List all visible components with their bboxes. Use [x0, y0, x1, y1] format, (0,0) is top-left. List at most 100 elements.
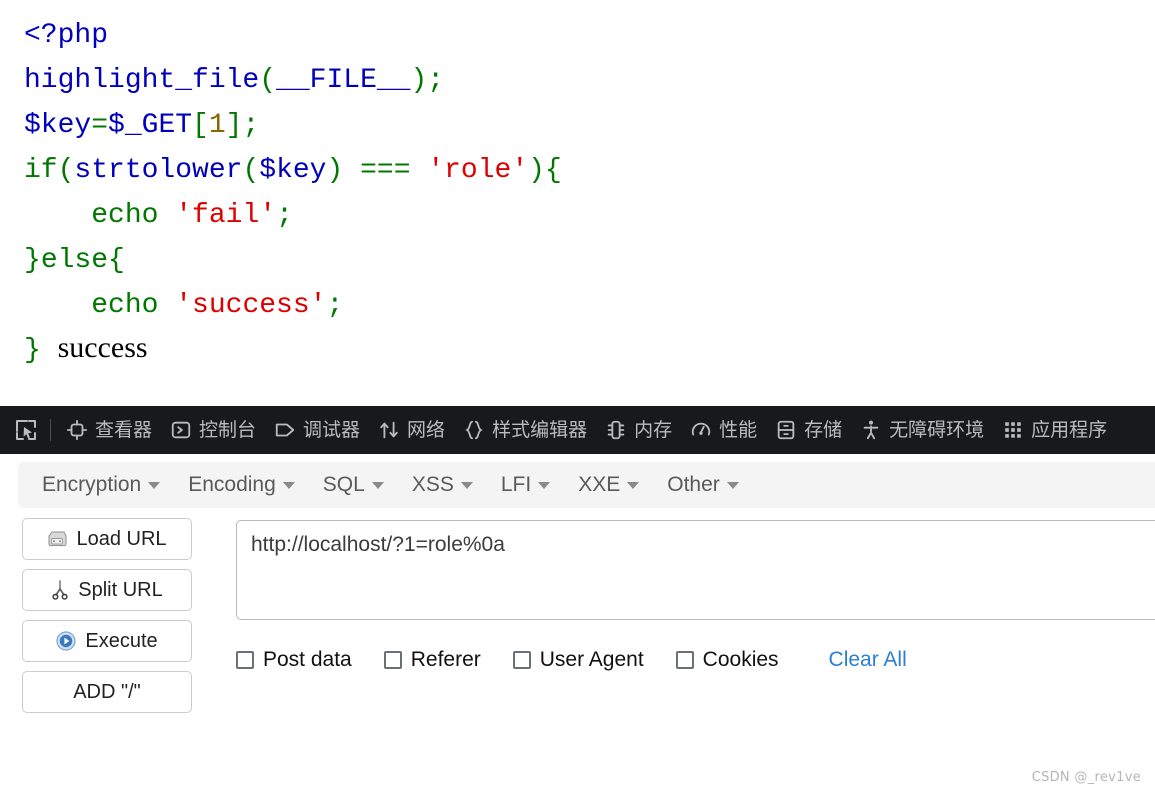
devtools-tab-inspector[interactable]: 查看器: [57, 414, 161, 446]
code-token: echo: [91, 200, 176, 231]
devtools-tab-label: 网络: [407, 419, 446, 441]
cookies-checkbox[interactable]: [675, 651, 694, 669]
devtools-tab-label: 查看器: [95, 419, 153, 441]
menu-sql[interactable]: SQL: [311, 467, 396, 503]
referer-checkbox[interactable]: [383, 651, 402, 669]
split-url-button[interactable]: Split URL: [22, 569, 192, 611]
code-token: (: [242, 155, 260, 186]
devtools-tab-network[interactable]: 网络: [369, 414, 454, 446]
element-picker-icon: [14, 418, 38, 442]
devtools-tab-style-editor[interactable]: 样式编辑器: [454, 414, 596, 446]
hackbar-button-column: Load URL Split URL Execute ADD "/": [22, 518, 192, 722]
devtools-tab-label: 控制台: [199, 419, 257, 441]
menu-label: Encoding: [188, 473, 276, 496]
code-token: 1: [208, 110, 226, 141]
element-picker-button[interactable]: [6, 413, 48, 447]
menu-label: Other: [667, 473, 720, 496]
menu-other[interactable]: Other: [655, 467, 751, 503]
chevron-down-icon: [371, 481, 384, 489]
application-icon: [1002, 419, 1024, 441]
devtools-tab-accessibility[interactable]: 无障碍环境: [851, 414, 993, 446]
option-label: Cookies: [702, 648, 779, 671]
code-token: __FILE__: [276, 65, 411, 96]
php-echo-result: success: [57, 331, 148, 364]
menu-label: XSS: [411, 473, 454, 496]
button-label: Load URL: [76, 527, 167, 550]
code-token: =: [91, 110, 109, 141]
menu-xss[interactable]: XSS: [400, 467, 485, 503]
code-token: strtolower: [74, 155, 243, 186]
code-token: ): [410, 65, 428, 96]
option-cookies[interactable]: Cookies: [675, 648, 779, 672]
option-referer[interactable]: Referer: [383, 648, 481, 672]
chevron-down-icon: [148, 481, 161, 489]
code-token: ;: [427, 65, 445, 96]
button-label: Execute: [85, 629, 158, 652]
devtools-tab-console[interactable]: 控制台: [161, 414, 265, 446]
execute-icon: [56, 631, 76, 651]
post-data-checkbox[interactable]: [236, 651, 254, 669]
button-label: ADD "/": [73, 680, 141, 703]
menu-encoding[interactable]: Encoding: [176, 467, 307, 503]
csdn-watermark: CSDN @_rev1ve: [1031, 770, 1141, 785]
hackbar-menubar: Encryption Encoding SQL XSS LFI XXE Othe…: [18, 462, 1155, 508]
debugger-icon: [274, 419, 296, 441]
style-editor-icon: [463, 419, 485, 441]
url-input[interactable]: [236, 520, 1155, 620]
php-code-block: <?php highlight_file(__FILE__); $key=$_G…: [0, 0, 1155, 372]
code-token: {: [544, 155, 562, 186]
load-url-button[interactable]: Load URL: [22, 518, 192, 560]
code-token: }: [24, 335, 41, 366]
network-icon: [378, 419, 400, 441]
devtools-tab-performance[interactable]: 性能: [681, 414, 766, 446]
code-token: [: [192, 110, 209, 141]
code-token: 'fail': [175, 200, 277, 231]
code-token: ===: [360, 155, 428, 186]
code-token: ;: [242, 110, 260, 141]
code-token: $key: [259, 155, 327, 186]
code-token: 'success': [175, 290, 327, 321]
code-token: echo: [91, 290, 176, 321]
option-post-data[interactable]: Post data: [236, 648, 352, 672]
inspector-icon: [66, 419, 88, 441]
option-user-agent[interactable]: User Agent: [512, 648, 644, 672]
code-token: ): [326, 155, 361, 186]
code-token: <?php: [24, 20, 109, 51]
toolbar-separator: [50, 419, 51, 441]
code-token: ): [528, 155, 545, 186]
execute-button[interactable]: Execute: [22, 620, 192, 662]
code-token: else: [40, 245, 109, 276]
button-label: Split URL: [78, 578, 163, 601]
menu-xxe[interactable]: XXE: [566, 467, 651, 503]
php-code-content: <?php highlight_file(__FILE__); $key=$_G…: [24, 20, 562, 366]
menu-label: Encryption: [42, 473, 142, 496]
add-slash-button[interactable]: ADD "/": [22, 671, 192, 713]
storage-icon: [775, 419, 797, 441]
menu-lfi[interactable]: LFI: [489, 467, 562, 503]
devtools-tab-label: 调试器: [303, 419, 361, 441]
menu-encryption[interactable]: Encryption: [30, 467, 172, 503]
console-icon: [170, 419, 192, 441]
devtools-tab-label: 样式编辑器: [492, 419, 588, 441]
code-token: (: [57, 155, 75, 186]
devtools-tab-application[interactable]: 应用程序: [993, 414, 1116, 446]
code-token: ;: [326, 290, 344, 321]
option-label: Referer: [410, 648, 481, 671]
devtools-tab-debugger[interactable]: 调试器: [265, 414, 369, 446]
devtools-tab-storage[interactable]: 存储: [766, 414, 851, 446]
user-agent-checkbox[interactable]: [512, 651, 531, 669]
performance-icon: [690, 419, 712, 441]
memory-icon: [605, 419, 627, 441]
devtools-tab-label: 存储: [804, 419, 843, 441]
devtools-tab-memory[interactable]: 内存: [596, 414, 681, 446]
option-label: Post data: [263, 648, 352, 671]
chevron-down-icon: [282, 481, 295, 489]
code-token: ]: [225, 110, 243, 141]
code-token: ;: [276, 200, 293, 231]
option-label: User Agent: [539, 648, 644, 671]
load-url-icon: [47, 530, 67, 548]
devtools-tab-label: 无障碍环境: [889, 419, 985, 441]
clear-all-link[interactable]: Clear All: [829, 648, 907, 672]
